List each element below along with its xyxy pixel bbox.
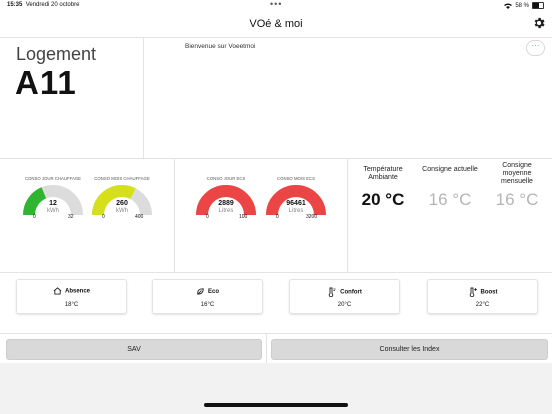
mode-temp: 22°C [475, 302, 490, 308]
status-bar: 15:35 Vendredi 20 octobre ••• 58 % [0, 0, 552, 12]
gauge-title: CONSO JOUR ECS [206, 176, 246, 181]
mode-boost-button[interactable]: Boost 22°C [427, 279, 538, 314]
gauge-max: 3200 [306, 214, 318, 220]
wifi-icon [504, 3, 513, 9]
gauge-min: 0 [206, 214, 209, 220]
gauge-conso-mois-ecs: CONSO MOIS ECS 96461 Litres 0 3200 [261, 176, 331, 226]
gauge-conso-jour-chauffage: CONSO JOUR CHAUFFAGE 12 kWh 0 32 [18, 176, 88, 226]
mode-temp: 18°C [64, 302, 79, 308]
welcome-message: Bienvenue sur Voeetmoi [185, 43, 256, 50]
gauge-value: 96461 [286, 200, 306, 207]
divider [0, 158, 552, 159]
logement-value: A11 [15, 64, 77, 101]
gear-icon[interactable] [532, 16, 546, 30]
gauge-value: 12 [49, 200, 57, 207]
gauge-title: CONSO JOUR CHAUFFAGE [24, 176, 82, 181]
mode-confort-button[interactable]: Confort 20°C [289, 279, 400, 314]
mode-absence-button[interactable]: Absence 18°C [16, 279, 127, 314]
temp-label: Consigne moyenne mensuelle [501, 162, 533, 185]
gauge-conso-mois-chauffage: CONSO MOIS CHAUFFAGE 260 kWh 0 400 [87, 176, 157, 226]
more-options-button[interactable]: ··· [526, 40, 545, 56]
gauge-value: 260 [116, 200, 128, 207]
mode-eco-button[interactable]: Eco 16°C [152, 279, 263, 314]
temp-consigne-actuelle: Consigne actuelle 16 °C [420, 166, 480, 210]
gauge-title: CONSO MOIS CHAUFFAGE [94, 176, 150, 181]
gauge-value: 2889 [218, 200, 234, 207]
divider [143, 38, 144, 158]
thermometer-icon [328, 287, 336, 298]
app-header: VOé & moi [0, 12, 552, 38]
temp-ambiante: Température Ambiante 20 °C [352, 166, 414, 210]
sav-button[interactable]: SAV [6, 339, 262, 360]
mode-name: Confort [340, 289, 362, 296]
divider [0, 333, 552, 334]
battery-percent: 58 % [515, 2, 529, 9]
mode-temp: 16°C [200, 302, 215, 308]
temp-label: Consigne actuelle [422, 166, 478, 173]
battery-icon [532, 2, 544, 9]
mode-name: Boost [480, 289, 498, 296]
divider [347, 158, 348, 272]
temp-consigne-moyenne: Consigne moyenne mensuelle 16 °C [487, 162, 547, 210]
gauge-unit: kWh [47, 208, 59, 214]
temp-value: 20 °C [361, 190, 405, 209]
consulter-index-button[interactable]: Consulter les Index [271, 339, 548, 360]
temp-value: 16 °C [495, 190, 539, 209]
status-time: 15:35 Vendredi 20 octobre [7, 2, 80, 8]
status-indicators: 58 % [504, 2, 544, 9]
temp-label: Température Ambiante [363, 166, 403, 181]
gauge-min: 0 [102, 214, 105, 220]
gauge-title: CONSO MOIS ECS [277, 176, 315, 181]
leaf-icon [197, 288, 204, 295]
gauge-conso-jour-ecs: CONSO JOUR ECS 2889 Litres 0 100 [191, 176, 261, 226]
divider [174, 158, 175, 272]
logement-label: Logement [16, 44, 97, 64]
temp-value: 16 °C [428, 190, 472, 209]
gauge-min: 0 [276, 214, 279, 220]
gauge-max: 100 [239, 214, 248, 220]
house-icon [53, 287, 62, 295]
divider [266, 333, 267, 363]
gauge-max: 400 [135, 214, 144, 220]
divider [0, 272, 552, 273]
mode-temp: 20°C [337, 302, 352, 308]
home-indicator[interactable] [204, 403, 348, 407]
multitask-dots-icon[interactable]: ••• [270, 0, 282, 9]
app-title: VOé & moi [249, 18, 303, 30]
thermometer-plus-icon [469, 287, 477, 298]
mode-name: Absence [64, 288, 90, 295]
mode-name: Eco [207, 289, 219, 296]
gauge-min: 0 [33, 214, 36, 220]
gauge-max: 32 [68, 214, 74, 220]
